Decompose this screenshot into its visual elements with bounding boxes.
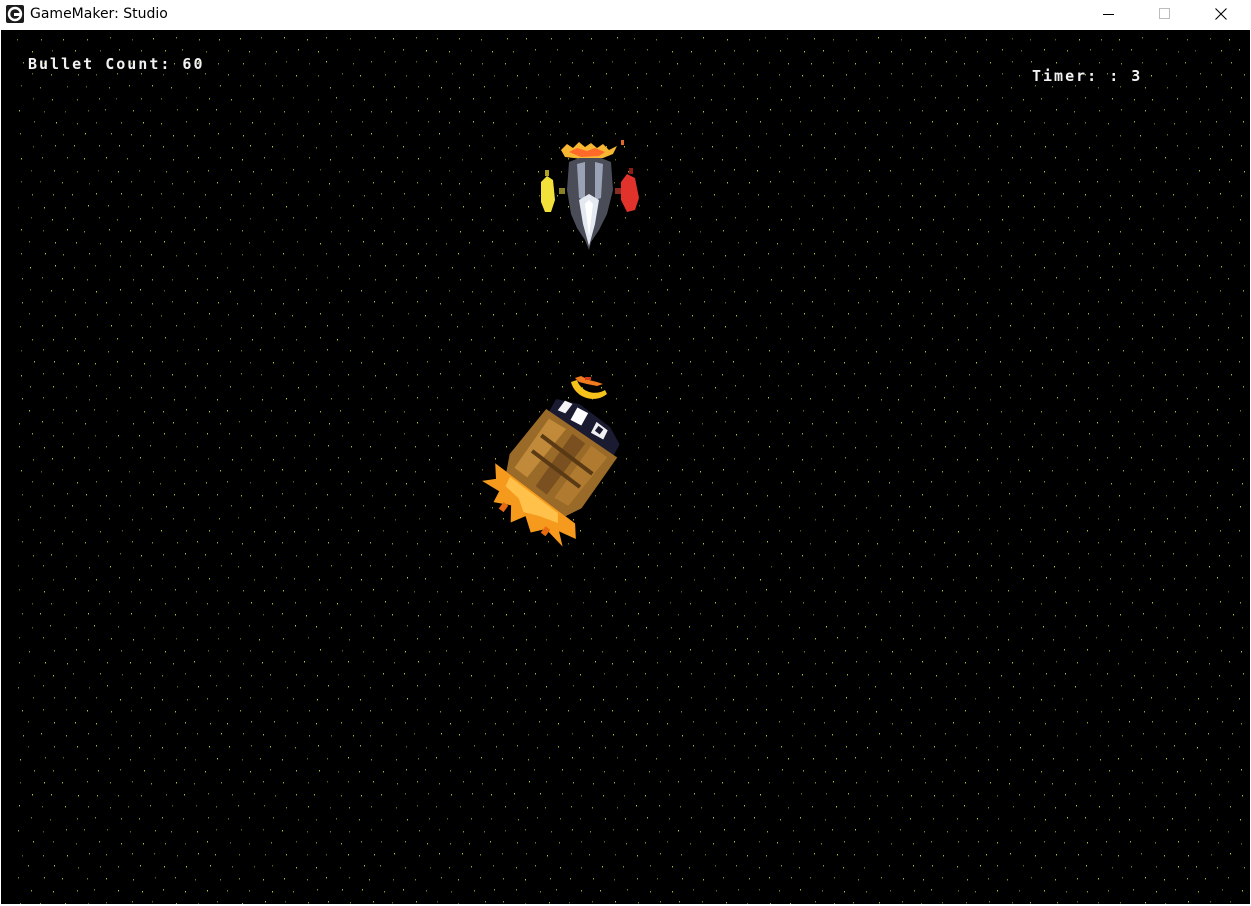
window-title: GameMaker: Studio	[30, 6, 168, 22]
gamemaker-logo-icon	[6, 5, 24, 23]
minimize-icon	[1103, 14, 1114, 15]
title-bar[interactable]: GameMaker: Studio	[0, 0, 1251, 29]
minimize-button[interactable]	[1086, 0, 1132, 29]
bullet-count-label: Bullet Count: 60	[28, 55, 205, 73]
close-icon	[1215, 8, 1227, 20]
game-canvas[interactable]: Bullet Count: 60 Timer: : 3	[1, 30, 1250, 904]
timer-label: Timer: : 3	[1032, 67, 1143, 85]
player-ship-sprite	[481, 399, 620, 547]
game-window: GameMaker: Studio Bullet Count: 60 Timer…	[0, 0, 1251, 906]
maximize-icon	[1159, 8, 1170, 19]
enemy-ship-sprite	[541, 140, 639, 250]
close-button[interactable]	[1198, 0, 1244, 29]
maximize-button[interactable]	[1142, 0, 1188, 29]
